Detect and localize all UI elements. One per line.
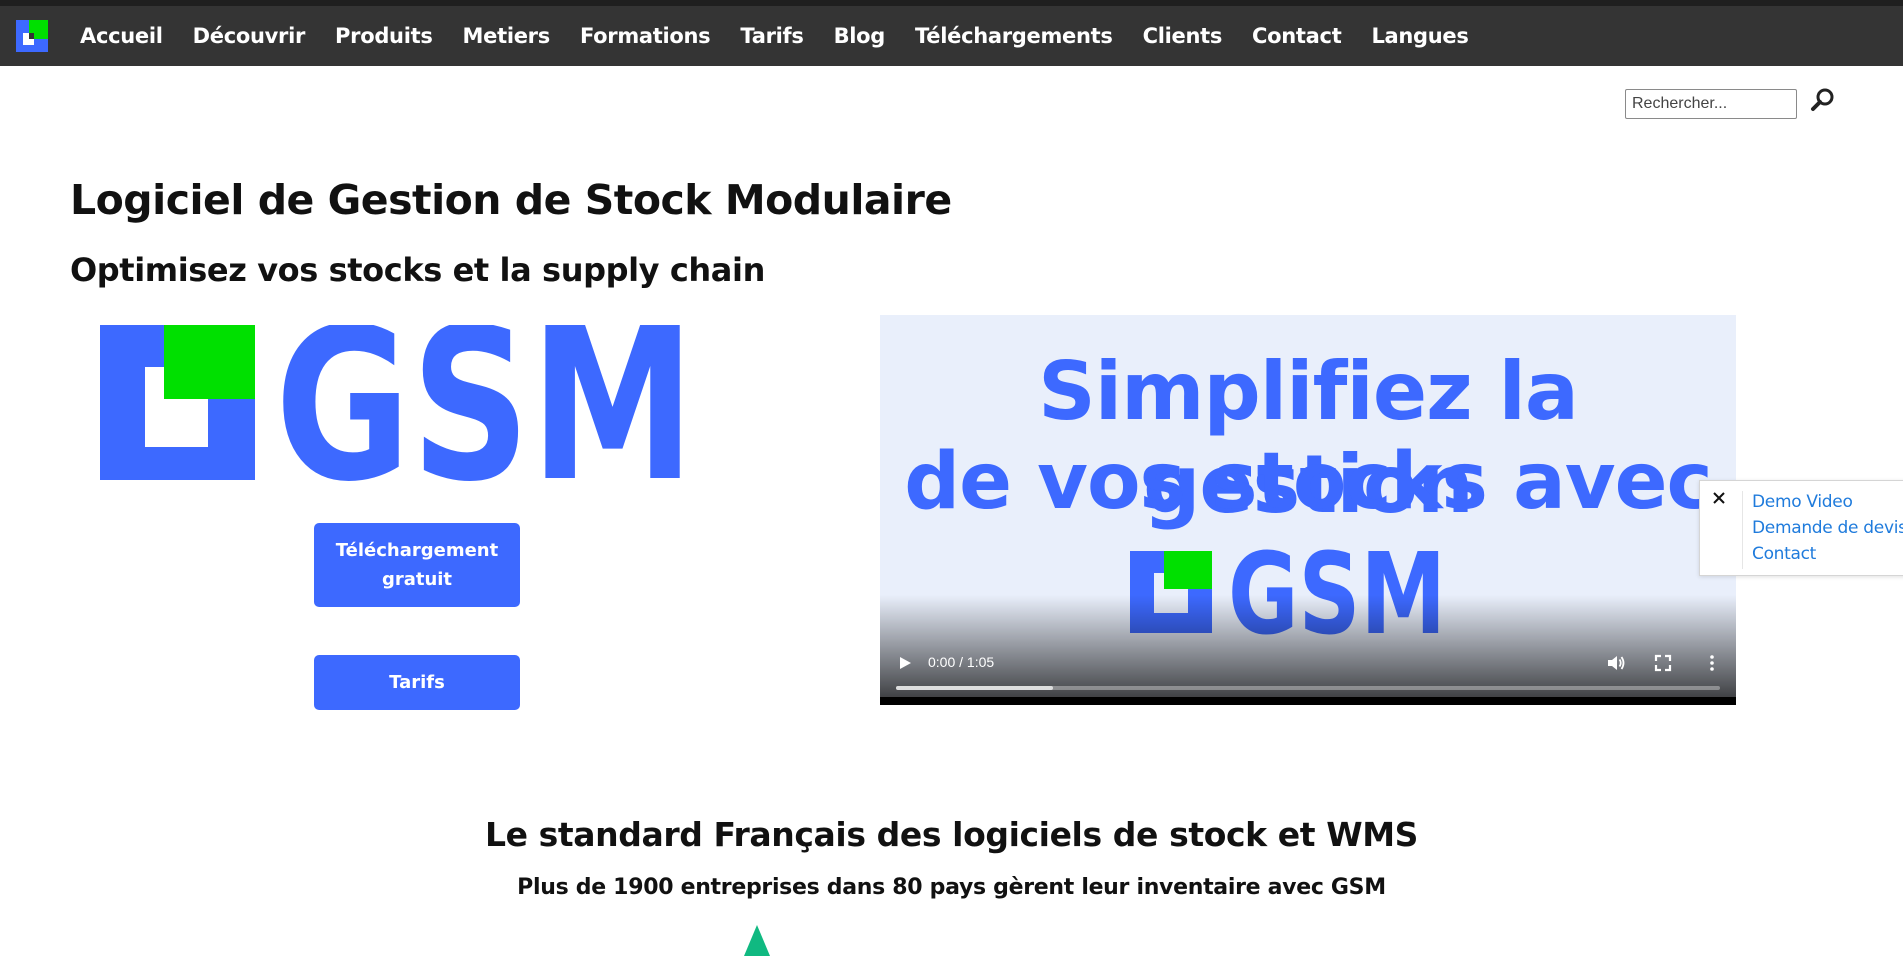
nav-item-metiers[interactable]: Metiers (463, 24, 551, 48)
main-navbar: Accueil Découvrir Produits Metiers Forma… (0, 6, 1903, 66)
more-vertical-icon[interactable] (1702, 653, 1722, 673)
gsm-logo: GSM (100, 325, 695, 487)
gsm-logo-icon[interactable] (16, 20, 48, 52)
play-icon[interactable] (898, 655, 912, 671)
nav-item-tarifs[interactable]: Tarifs (740, 24, 803, 48)
nav-item-produits[interactable]: Produits (335, 24, 433, 48)
video-controls: 0:00 / 1:05 (880, 645, 1736, 705)
free-download-button[interactable]: Téléchargement gratuit (314, 523, 520, 607)
standard-heading: Le standard Français des logiciels de st… (484, 815, 1419, 854)
tree-icon (744, 925, 770, 956)
video-buffer-bar (896, 686, 1053, 690)
panel-divider (1742, 491, 1743, 569)
search-icon[interactable] (1810, 87, 1836, 113)
video-caption-line2: de vos stocks avec (904, 437, 1713, 527)
page-title: Logiciel de Gestion de Stock Modulaire (70, 176, 952, 224)
nav-item-langues[interactable]: Langues (1371, 24, 1468, 48)
nav-item-clients[interactable]: Clients (1143, 24, 1223, 48)
nav-item-contact[interactable]: Contact (1252, 24, 1342, 48)
fullscreen-icon[interactable] (1654, 654, 1672, 672)
search-input[interactable] (1625, 89, 1797, 119)
nav-item-formations[interactable]: Formations (580, 24, 711, 48)
nav-menu: Accueil Découvrir Produits Metiers Forma… (80, 6, 1499, 66)
gsm-logo-text: GSM (275, 325, 695, 487)
standard-subheading: Plus de 1900 entreprises dans 80 pays gè… (517, 875, 1386, 900)
video-bottom-bar (880, 697, 1736, 705)
pricing-button[interactable]: Tarifs (314, 655, 520, 710)
nav-item-decouvrir[interactable]: Découvrir (193, 24, 306, 48)
panel-link-quote-request[interactable]: Demande de devis (1752, 518, 1903, 538)
page-subtitle: Optimisez vos stocks et la supply chain (70, 251, 765, 289)
volume-icon[interactable] (1606, 653, 1626, 673)
panel-link-contact[interactable]: Contact (1752, 544, 1816, 564)
video-time: 0:00 / 1:05 (928, 654, 995, 670)
video-progress-bar[interactable] (896, 686, 1720, 690)
close-icon[interactable] (1712, 491, 1726, 505)
nav-item-telechargements[interactable]: Téléchargements (915, 24, 1113, 48)
demo-video-player[interactable]: Simplifiez la gestion de vos stocks avec… (880, 315, 1736, 705)
nav-item-blog[interactable]: Blog (834, 24, 886, 48)
nav-item-accueil[interactable]: Accueil (80, 24, 163, 48)
floating-contact-panel: Demo Video Demande de devis Contact (1699, 480, 1903, 576)
panel-link-demo-video[interactable]: Demo Video (1752, 492, 1853, 512)
